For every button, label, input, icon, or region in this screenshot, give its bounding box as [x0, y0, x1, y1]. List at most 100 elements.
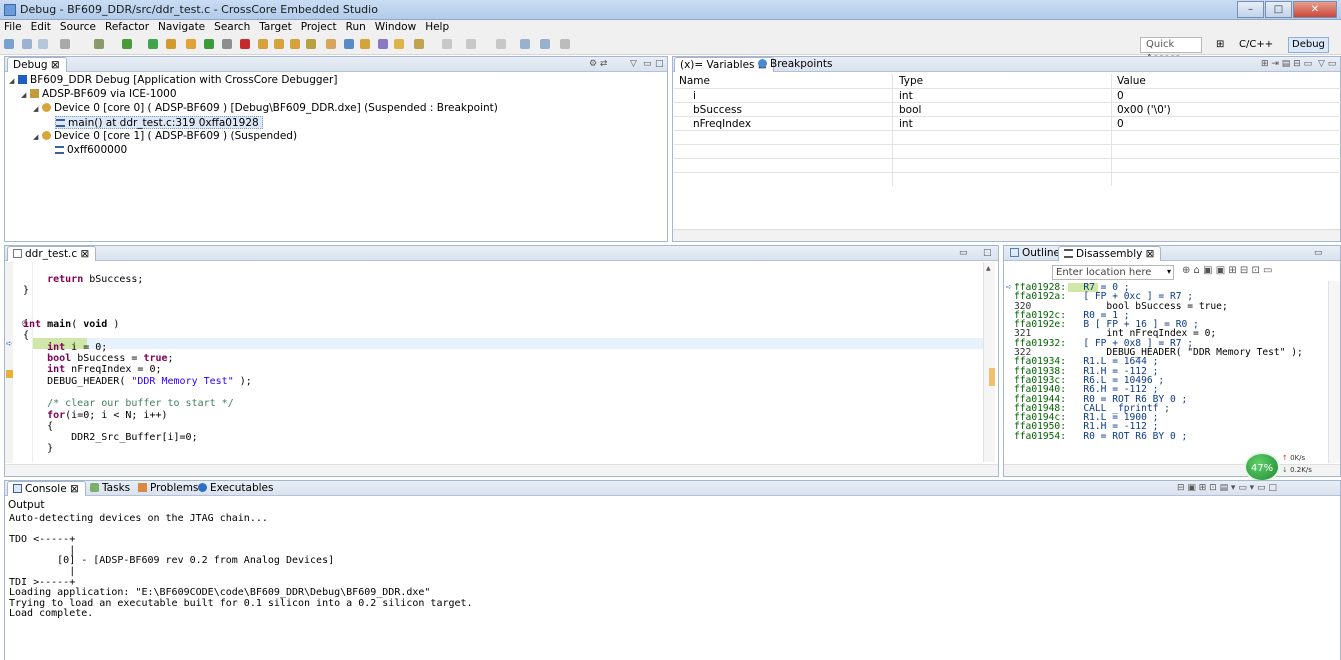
menu-project[interactable]: Project	[301, 20, 337, 35]
tab-breakpoints[interactable]: Breakpoints	[753, 57, 839, 72]
suspend-icon[interactable]	[222, 39, 232, 49]
expressions-icon[interactable]	[394, 39, 404, 49]
twistie-icon[interactable]: ◢	[21, 89, 29, 102]
minimize-view-icon[interactable]: ▭	[959, 248, 968, 258]
code-line[interactable]: DDR2_Src_Buffer[i]=0;	[23, 432, 973, 443]
column-header-value[interactable]: Value	[1117, 75, 1146, 87]
new-icon[interactable]	[4, 39, 14, 49]
vertical-scrollbar[interactable]	[1328, 281, 1340, 463]
menu-target[interactable]: Target	[259, 20, 291, 35]
view-menu-icon[interactable]: ▽	[630, 59, 637, 69]
maximize-button[interactable]: □	[1265, 1, 1292, 18]
tab-outline[interactable]: Outline	[1005, 246, 1066, 261]
debug-icon[interactable]	[122, 39, 132, 49]
menu-refactor[interactable]: Refactor	[105, 20, 149, 35]
memory-icon[interactable]	[344, 39, 354, 49]
tab-tasks[interactable]: Tasks	[85, 481, 136, 496]
open-perspective-icon[interactable]: ⊞	[1212, 37, 1232, 53]
warning-marker-icon[interactable]	[6, 370, 13, 378]
code-line[interactable]: for(i=0; i < N; i++)	[23, 410, 973, 421]
forward-icon[interactable]	[540, 39, 550, 49]
console-output[interactable]: Auto-detecting devices on the JTAG chain…	[9, 513, 1329, 654]
code-line[interactable]	[23, 308, 973, 319]
menu-file[interactable]: File	[4, 20, 22, 35]
column-header-name[interactable]: Name	[679, 75, 710, 87]
instruction-step-icon[interactable]	[306, 39, 316, 49]
code-line[interactable]: bool bSuccess = true;	[23, 353, 973, 364]
tab-console[interactable]: Console ⊠	[7, 481, 86, 496]
pen-icon[interactable]	[414, 39, 424, 49]
code-line[interactable]: }	[23, 285, 973, 296]
load-icon[interactable]	[186, 39, 196, 49]
plot-icon[interactable]	[360, 39, 370, 49]
perspective-cpp[interactable]: C/C++	[1235, 37, 1277, 53]
menu-help[interactable]: Help	[425, 20, 449, 35]
chevron-down-icon[interactable]: ▾	[1167, 267, 1171, 276]
code-area[interactable]: return bSuccess;} int main( void ){ int …	[23, 274, 973, 477]
horizontal-scrollbar[interactable]	[5, 464, 998, 476]
scroll-up-icon[interactable]: ▲	[986, 265, 991, 272]
code-line[interactable]: {	[23, 421, 973, 432]
back-icon[interactable]	[520, 39, 530, 49]
code-line[interactable]: DEBUG_HEADER( "DDR Memory Test" );	[23, 376, 973, 387]
view-menu-icon[interactable]: ▽ ▭	[1318, 59, 1336, 69]
debug-settings-icon[interactable]	[94, 39, 104, 49]
disassembly-line[interactable]: ffa01954: R0 = ROT R6 BY 0 ;	[1014, 431, 1324, 441]
menu-edit[interactable]: Edit	[31, 20, 51, 35]
prev-annotation-icon[interactable]	[496, 39, 506, 49]
variables-toolbar-icon[interactable]: ⊞ ⇥ ▤ ⊟ ▭	[1261, 59, 1312, 69]
code-line[interactable]: int main( void )	[23, 319, 973, 330]
disassembly-toolbar-icon[interactable]: ⊕ ⌂ ▣ ▣ ⊞ ⊟ ⊡ ▭	[1182, 265, 1272, 276]
tree-item-core1-frame[interactable]: 0xff600000	[55, 144, 127, 157]
menu-search[interactable]: Search	[214, 20, 250, 35]
tree-item-launch[interactable]: ◢ BF609_DDR Debug [Application with Cross…	[9, 74, 337, 87]
location-combo[interactable]: Enter location here ▾	[1052, 265, 1174, 280]
nav-more-icon[interactable]	[560, 39, 570, 49]
editor-gutter[interactable]	[5, 262, 13, 463]
code-line[interactable]: {	[23, 330, 973, 341]
twistie-icon[interactable]: ◢	[9, 75, 17, 88]
code-line[interactable]: return bSuccess;	[23, 274, 973, 285]
terminate-icon[interactable]	[240, 39, 250, 49]
menu-source[interactable]: Source	[60, 20, 96, 35]
twistie-icon[interactable]: ◢	[33, 103, 41, 116]
column-header-type[interactable]: Type	[899, 75, 923, 87]
menu-navigate[interactable]: Navigate	[158, 20, 205, 35]
tree-item-core1[interactable]: ◢ Device 0 [core 1] ( ADSP-BF609 ) (Suspe…	[33, 130, 297, 143]
code-line[interactable]	[23, 297, 973, 308]
twistie-icon[interactable]: ◢	[33, 131, 41, 144]
quick-access-input[interactable]: Quick Access	[1140, 37, 1202, 64]
step-return-icon[interactable]	[290, 39, 300, 49]
registers-icon[interactable]	[378, 39, 388, 49]
menu-run[interactable]: Run	[346, 20, 366, 35]
print-icon[interactable]	[60, 39, 70, 49]
disassembly-code[interactable]: ffa01928: R7 = 0 ; ffa0192a: [ FP + 0xc ]…	[1014, 283, 1324, 461]
step-into-icon[interactable]	[258, 39, 268, 49]
debug-view-toolbar-icon[interactable]: ⚙ ⇄	[589, 59, 607, 69]
annotation-icon[interactable]	[442, 39, 452, 49]
close-button[interactable]: ✕	[1293, 1, 1337, 18]
net-monitor-gauge[interactable]: 47%	[1244, 452, 1280, 482]
next-annotation-icon[interactable]	[466, 39, 476, 49]
target-icon[interactable]	[326, 39, 336, 49]
code-line[interactable]: int nFreqIndex = 0;	[23, 364, 973, 375]
tree-item-main-frame[interactable]: main() at ddr_test.c:319 0xffa01928	[55, 116, 263, 129]
maximize-view-icon[interactable]: □	[655, 59, 664, 69]
tree-item-core0[interactable]: ◢ Device 0 [core 0] ( ADSP-BF609 ) [Debug…	[33, 102, 498, 115]
build-icon[interactable]	[166, 39, 176, 49]
code-line[interactable]: }	[23, 443, 973, 454]
horizontal-scrollbar[interactable]	[673, 229, 1340, 241]
run-icon[interactable]	[148, 39, 158, 49]
console-toolbar-icon[interactable]: ⊟ ▣ ⊞ ⊡ ▤ ▾ ▭ ▾ ▭ □	[1177, 483, 1277, 493]
vertical-scrollbar[interactable]: ▲	[983, 262, 995, 462]
tab-disassembly[interactable]: Disassembly ⊠	[1058, 246, 1162, 261]
perspective-debug[interactable]: Debug	[1288, 37, 1329, 53]
minimize-view-icon[interactable]: ▭	[1314, 248, 1323, 258]
tab-debug[interactable]: Debug ⊠	[7, 57, 67, 72]
minimize-button[interactable]: –	[1237, 1, 1264, 18]
step-over-icon[interactable]	[274, 39, 284, 49]
menu-window[interactable]: Window	[375, 20, 416, 35]
code-line[interactable]: /* clear our buffer to start */	[23, 398, 973, 409]
resume-icon[interactable]	[204, 39, 214, 49]
code-line[interactable]	[23, 387, 973, 398]
